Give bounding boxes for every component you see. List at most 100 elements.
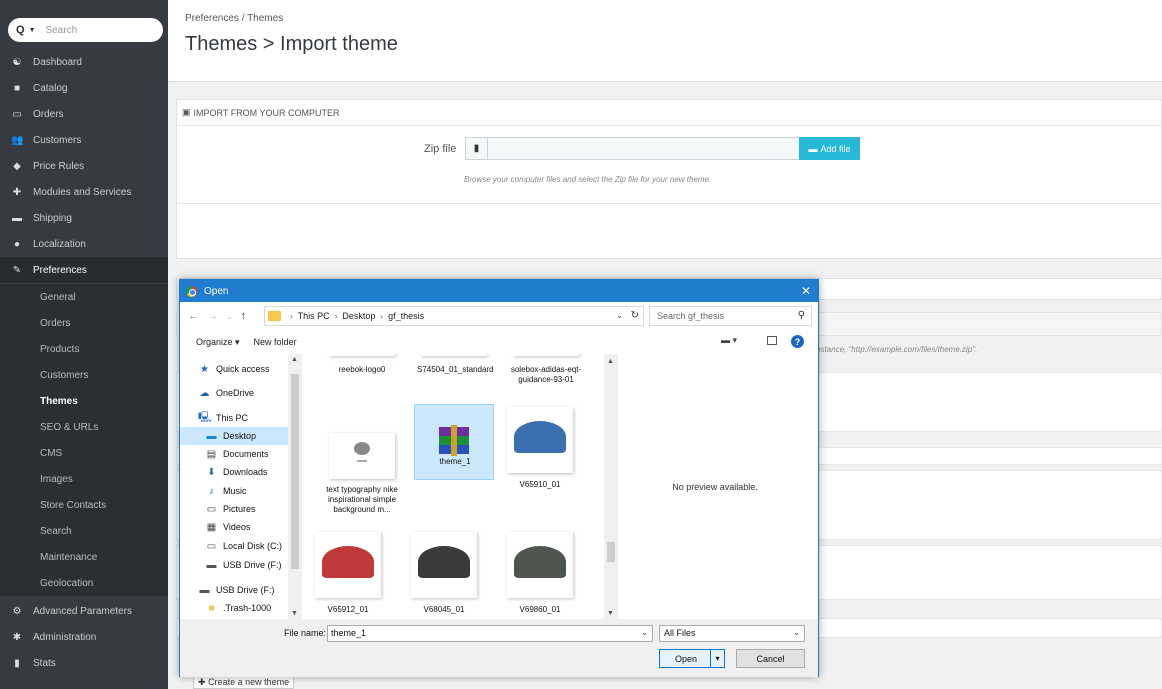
up-arrow-icon[interactable]: ↑ xyxy=(241,310,247,322)
tree-item-this-pc[interactable]: 🖳 This PC xyxy=(198,409,248,427)
chevron-down-icon[interactable]: ⌄ xyxy=(793,628,800,637)
help-icon[interactable]: ? xyxy=(791,335,804,348)
dialog-search-input[interactable]: Search gf_thesis ⚲ xyxy=(649,306,812,326)
page-title: Themes > Import theme xyxy=(185,33,398,55)
create-theme-button[interactable]: ✚ Create a new theme xyxy=(193,675,295,689)
new-folder-button[interactable]: New folder xyxy=(254,337,297,347)
scrollbar-thumb[interactable] xyxy=(607,542,615,562)
path-segment[interactable]: Desktop xyxy=(342,311,375,321)
tree-item-usb-drive-root[interactable]: ▬ USB Drive (F:) xyxy=(198,581,275,599)
zip-help-text: Browse your computer files and select th… xyxy=(464,175,712,184)
add-file-button[interactable]: ▬ Add file xyxy=(799,137,860,160)
preview-pane-icon[interactable] xyxy=(767,336,777,345)
submenu-general[interactable]: General xyxy=(0,284,168,310)
close-icon[interactable]: ✕ xyxy=(801,284,811,298)
tree-item-desktop[interactable]: ▬ Desktop xyxy=(180,427,288,445)
file-list-scrollbar[interactable]: ▲ ▼ xyxy=(604,354,618,619)
sidebar-item-advanced-parameters[interactable]: ⚙ Advanced Parameters xyxy=(0,598,168,624)
sidebar-item-label: Stats xyxy=(33,657,56,669)
sidebar-item-customers[interactable]: 👥 Customers xyxy=(0,127,168,153)
cancel-button[interactable]: Cancel xyxy=(736,649,805,668)
shoe-image xyxy=(514,546,566,578)
sidebar-item-price-rules[interactable]: ◆ Price Rules xyxy=(0,153,168,179)
file-name: V68045_01 xyxy=(423,605,465,614)
path-segment[interactable]: This PC xyxy=(298,311,330,321)
search-input[interactable]: Search xyxy=(46,25,78,36)
path-breadcrumb[interactable]: › This PC › Desktop › gf_thesis ⌄ ↻ xyxy=(264,306,644,326)
tree-item-downloads[interactable]: ⬇ Downloads xyxy=(205,463,267,481)
submenu-customers[interactable]: Customers xyxy=(0,362,168,388)
file-item[interactable]: solebox-adidas-eqt-guidance-93-01 xyxy=(509,354,583,408)
file-item[interactable]: V65910_01 xyxy=(503,407,577,489)
preview-text: No preview available. xyxy=(672,481,758,492)
caret-down-icon[interactable]: ▼ xyxy=(29,27,36,34)
submenu-store-contacts[interactable]: Store Contacts xyxy=(0,492,168,518)
file-item[interactable]: V68045_01 xyxy=(407,532,481,617)
breadcrumb[interactable]: Preferences / Themes xyxy=(185,13,283,24)
file-item[interactable]: reebok-logo0 xyxy=(325,354,399,398)
navigation-pane: ★ Quick access ☁ OneDrive 🖳 This PC ▬ Deskto… xyxy=(180,354,302,619)
tree-item-pictures[interactable]: ▭ Pictures xyxy=(205,500,256,518)
sidebar-item-stats[interactable]: ▮ Stats xyxy=(0,650,168,676)
submenu-search[interactable]: Search xyxy=(0,518,168,544)
sidebar-item-shipping[interactable]: ▬ Shipping xyxy=(0,205,168,231)
file-item-selected[interactable]: theme_1 xyxy=(414,404,494,480)
sidebar-item-modules[interactable]: ✚ Modules and Services xyxy=(0,179,168,205)
view-options-icon[interactable]: ▬ ▾ xyxy=(721,335,737,346)
forward-arrow-icon[interactable]: → xyxy=(207,310,218,322)
back-arrow-icon[interactable]: ← xyxy=(188,310,199,322)
tree-item-videos[interactable]: ▦ Videos xyxy=(205,518,251,536)
recent-chevron-icon[interactable]: ⌄ xyxy=(226,312,233,321)
tree-label: Music xyxy=(223,486,247,496)
file-name-input[interactable]: theme_1 ⌄ xyxy=(327,625,653,642)
tree-item-documents[interactable]: ▤ Documents xyxy=(205,445,269,463)
tree-item-quick-access[interactable]: ★ Quick access xyxy=(198,360,270,378)
submenu-products[interactable]: Products xyxy=(0,336,168,362)
tree-item-trash[interactable]: ■ .Trash-1000 xyxy=(205,599,271,617)
sidebar-item-localization[interactable]: ● Localization xyxy=(0,231,168,257)
file-item[interactable]: V69860_01 xyxy=(503,532,577,617)
submenu-cms[interactable]: CMS xyxy=(0,440,168,466)
submenu-seo-urls[interactable]: SEO & URLs xyxy=(0,414,168,440)
submenu-images[interactable]: Images xyxy=(0,466,168,492)
sidebar-item-orders[interactable]: ▭ Orders xyxy=(0,101,168,127)
submenu-orders[interactable]: Orders xyxy=(0,310,168,336)
file-item[interactable]: V65912_01 xyxy=(311,532,385,617)
submenu-themes[interactable]: Themes xyxy=(0,388,168,414)
open-button[interactable]: Open ▾ xyxy=(659,649,725,668)
scroll-up-icon[interactable]: ▲ xyxy=(291,356,298,363)
scrollbar-thumb[interactable] xyxy=(291,374,299,569)
tree-item-music[interactable]: ♪ Music xyxy=(205,482,247,500)
split-dropdown-icon[interactable]: ▾ xyxy=(710,650,724,667)
brain-icon xyxy=(354,442,370,455)
chevron-down-icon[interactable]: ⌄ xyxy=(641,628,648,637)
chevron-down-icon[interactable]: ⌄ xyxy=(616,311,623,320)
zip-file-input[interactable]: ▮ xyxy=(465,137,800,160)
scroll-down-icon[interactable]: ▼ xyxy=(607,610,614,617)
file-thumbnail xyxy=(329,433,395,479)
scroll-up-icon[interactable]: ▲ xyxy=(607,358,614,365)
sidebar-item-preferences[interactable]: ✎ Preferences xyxy=(0,257,168,283)
scroll-down-icon[interactable]: ▼ xyxy=(291,610,298,617)
download-icon: ⬇ xyxy=(207,466,216,478)
tree-item-usb-drive[interactable]: ▬ USB Drive (F:) xyxy=(205,556,282,574)
shoe-image xyxy=(514,421,566,453)
sidebar-item-administration[interactable]: ✱ Administration xyxy=(0,624,168,650)
file-item[interactable]: S74504_01_standard xyxy=(417,354,494,398)
sidebar-item-dashboard[interactable]: ☯ Dashboard xyxy=(0,49,168,75)
tree-item-onedrive[interactable]: ☁ OneDrive xyxy=(198,384,255,402)
tree-label: OneDrive xyxy=(216,388,255,398)
file-item[interactable]: text typography nike inspirational simpl… xyxy=(325,433,399,528)
submenu-geolocation[interactable]: Geolocation xyxy=(0,570,168,596)
file-type-value: All Files xyxy=(664,628,696,638)
submenu-maintenance[interactable]: Maintenance xyxy=(0,544,168,570)
tree-item-local-disk[interactable]: ▭ Local Disk (C:) xyxy=(205,537,282,555)
sidebar-item-catalog[interactable]: ■ Catalog xyxy=(0,75,168,101)
nav-scrollbar[interactable]: ▲ ▼ xyxy=(288,354,302,619)
sidebar-search[interactable]: Q ▼ Search xyxy=(8,18,163,42)
organize-menu[interactable]: Organize ▾ xyxy=(196,337,240,348)
dialog-titlebar[interactable]: Open ✕ xyxy=(180,280,818,302)
path-segment[interactable]: gf_thesis xyxy=(388,311,424,321)
file-type-select[interactable]: All Files ⌄ xyxy=(659,625,805,642)
refresh-icon[interactable]: ↻ xyxy=(631,310,639,321)
